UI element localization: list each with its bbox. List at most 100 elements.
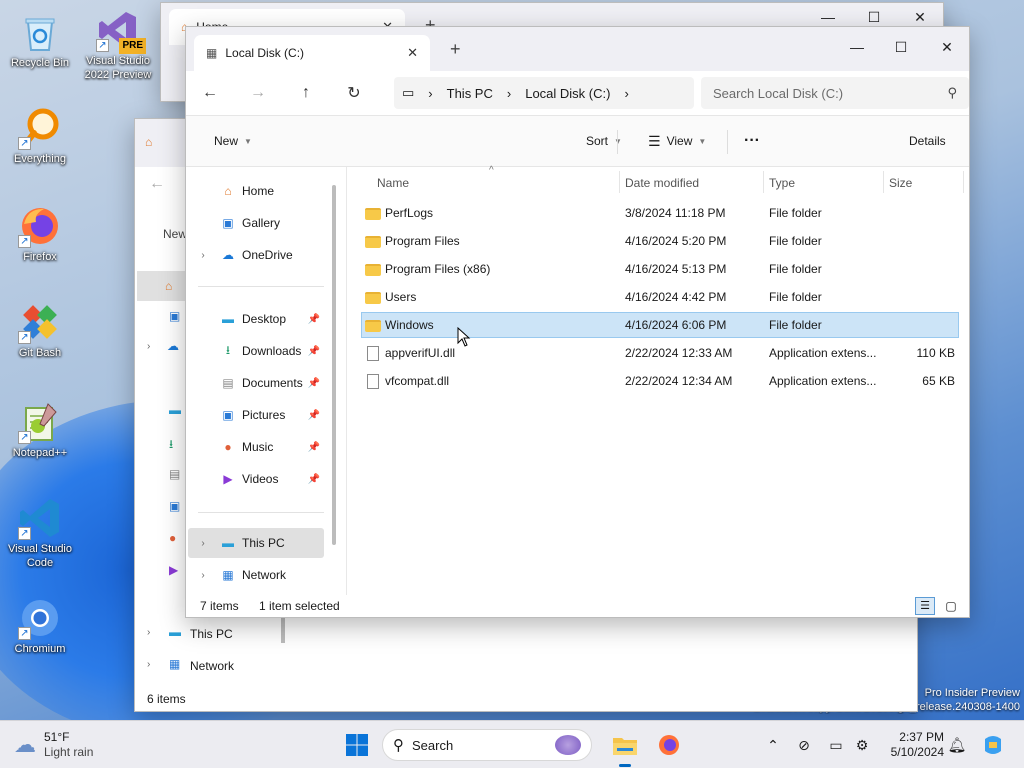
details-button[interactable]: Details bbox=[909, 134, 946, 148]
table-row[interactable]: vfcompat.dll 2/22/2024 12:34 AM Applicat… bbox=[361, 368, 959, 394]
weather-widget[interactable]: ☁ 51°F Light rain bbox=[14, 721, 93, 768]
taskbar-file-explorer[interactable] bbox=[608, 721, 642, 768]
folder-icon bbox=[365, 207, 381, 220]
command-bar: New ▼ Sort ▼ ☰ View ▼ ··· Details bbox=[186, 115, 969, 167]
navigation-scrollbar[interactable] bbox=[332, 185, 336, 545]
expand-chevron-icon[interactable]: › bbox=[188, 538, 218, 549]
table-row[interactable]: appverifUI.dll 2/22/2024 12:33 AM Applic… bbox=[361, 340, 959, 366]
explorer-window[interactable]: ▦ Local Disk (C:) ✕ + — ☐ ✕ ← → ↑ ↻ ▭ › … bbox=[185, 26, 970, 618]
nav-item-home[interactable]: ⌂ Home bbox=[188, 176, 324, 206]
show-hidden-icons-chevron-icon[interactable]: ⌃ bbox=[764, 721, 782, 768]
title-bar[interactable]: ▦ Local Disk (C:) ✕ + — ☐ ✕ bbox=[186, 27, 969, 71]
address-bar[interactable]: ▭ › This PC › Local Disk (C:) › bbox=[394, 77, 694, 109]
expand-chevron-icon[interactable]: › bbox=[147, 341, 150, 352]
pin-icon[interactable]: 📌 bbox=[308, 346, 320, 357]
nav-item-videos[interactable]: ▶ Videos 📌 bbox=[188, 464, 324, 494]
column-header-date-modified[interactable]: Date modified bbox=[625, 171, 699, 195]
desktop-icon-notepad-plus-plus[interactable]: ↗ Notepad++ bbox=[2, 400, 78, 460]
search-input[interactable]: Search Local Disk (C:) ⚲ bbox=[701, 77, 969, 109]
nav-item-documents[interactable]: ▤ Documents 📌 bbox=[188, 368, 324, 398]
nav-item-desktop[interactable]: ▬ Desktop 📌 bbox=[188, 304, 324, 334]
desktop-icon-recycle-bin[interactable]: Recycle Bin bbox=[2, 10, 78, 70]
nav-item-gallery[interactable]: ▣ Gallery bbox=[188, 208, 324, 238]
search-icon: ⚲ bbox=[393, 737, 404, 754]
nav-item-this-pc[interactable]: This PC bbox=[190, 627, 233, 641]
desktop-icon-visual-studio-preview[interactable]: PRE ↗ Visual Studio 2022 Preview bbox=[80, 8, 156, 82]
desktop-icon-git-bash[interactable]: ↗ Git Bash bbox=[2, 300, 78, 360]
breadcrumb-separator-icon[interactable]: › bbox=[624, 86, 628, 101]
refresh-icon[interactable]: ↻ bbox=[330, 83, 378, 103]
desktop-icon-label: Firefox bbox=[23, 251, 57, 263]
view-button[interactable]: ☰ View ▼ bbox=[648, 133, 706, 150]
nav-item-network[interactable]: Network bbox=[190, 659, 234, 673]
pictures-icon: ▣ bbox=[169, 499, 181, 513]
desktop-icon-chromium[interactable]: ↗ Chromium bbox=[2, 596, 78, 656]
pin-icon[interactable]: 📌 bbox=[308, 314, 320, 325]
shortcut-arrow-icon: ↗ bbox=[96, 39, 109, 52]
clock[interactable]: 2:37 PM 5/10/2024 bbox=[880, 721, 944, 768]
nav-item-network[interactable]: › ▦ Network bbox=[188, 560, 324, 590]
expand-chevron-icon[interactable]: › bbox=[147, 627, 150, 638]
breadcrumb-local-disk[interactable]: Local Disk (C:) bbox=[525, 86, 610, 101]
desktop-icon-vscode[interactable]: ↗ Visual Studio Code bbox=[2, 496, 78, 570]
visual-studio-icon: PRE ↗ bbox=[96, 8, 146, 54]
forward-arrow-icon[interactable]: → bbox=[234, 84, 282, 102]
pictures-icon: ▣ bbox=[222, 408, 234, 422]
column-header-name[interactable]: Name bbox=[377, 171, 409, 195]
scrollbar[interactable] bbox=[281, 617, 285, 643]
taskbar-firefox[interactable] bbox=[652, 721, 686, 768]
maximize-icon[interactable]: ☐ bbox=[878, 33, 924, 61]
nav-item-onedrive[interactable]: › ☁ OneDrive bbox=[188, 240, 324, 270]
minimize-icon[interactable]: — bbox=[834, 33, 880, 61]
desktop-icon-everything[interactable]: ↗ Everything bbox=[2, 106, 78, 166]
table-row[interactable]: Program Files (x86) 4/16/2024 5:13 PM Fi… bbox=[361, 256, 959, 282]
new-tab-icon[interactable]: + bbox=[450, 39, 461, 60]
desktop-icon-firefox[interactable]: ↗ Firefox bbox=[2, 204, 78, 264]
home-icon: ⌂ bbox=[145, 135, 153, 149]
table-row-selected[interactable]: Windows 4/16/2024 6:06 PM File folder bbox=[361, 312, 959, 338]
back-arrow-icon[interactable]: ← bbox=[149, 175, 165, 193]
table-row[interactable]: Program Files 4/16/2024 5:20 PM File fol… bbox=[361, 228, 959, 254]
table-row[interactable]: PerfLogs 3/8/2024 11:18 PM File folder bbox=[361, 200, 959, 226]
desktop-icon-label: Visual Studio 2022 Preview bbox=[84, 55, 152, 81]
close-window-icon[interactable]: ✕ bbox=[924, 33, 969, 61]
documents-icon: ▤ bbox=[222, 376, 234, 390]
breadcrumb-separator-icon[interactable]: › bbox=[428, 86, 432, 101]
desktop-icon-label: Notepad++ bbox=[12, 447, 68, 459]
display-icon[interactable]: ▭ bbox=[824, 721, 848, 768]
breadcrumb-separator-icon[interactable]: › bbox=[507, 86, 511, 101]
breadcrumb-this-pc[interactable]: This PC bbox=[447, 86, 493, 101]
details-view-icon[interactable]: ☰ bbox=[915, 597, 935, 615]
videos-icon: ▶ bbox=[223, 472, 233, 486]
pin-icon[interactable]: 📌 bbox=[308, 474, 320, 485]
taskbar-search[interactable]: ⚲ Search bbox=[382, 721, 592, 768]
more-options-button[interactable]: ··· bbox=[744, 132, 760, 150]
notification-bell-icon[interactable]: 🔔︎ bbox=[946, 721, 968, 768]
expand-chevron-icon[interactable]: › bbox=[147, 659, 150, 670]
up-arrow-icon[interactable]: ↑ bbox=[282, 84, 330, 102]
new-button[interactable]: New bbox=[163, 227, 187, 241]
nav-item-pictures[interactable]: ▣ Pictures 📌 bbox=[188, 400, 324, 430]
column-header-size[interactable]: Size bbox=[889, 171, 912, 195]
back-arrow-icon[interactable]: ← bbox=[186, 84, 234, 102]
tab-local-disk[interactable]: ▦ Local Disk (C:) ✕ bbox=[194, 35, 430, 71]
tiles-view-icon[interactable]: ▢ bbox=[941, 597, 961, 615]
nav-item-this-pc[interactable]: › ▬ This PC bbox=[188, 528, 324, 558]
nav-item-music[interactable]: ● Music 📌 bbox=[188, 432, 324, 462]
accessibility-icon[interactable]: ⚙ bbox=[850, 721, 874, 768]
nav-item-downloads[interactable]: ⭳ Downloads 📌 bbox=[188, 336, 324, 366]
start-button[interactable] bbox=[342, 721, 372, 768]
expand-chevron-icon[interactable]: › bbox=[188, 570, 218, 581]
column-header-type[interactable]: Type bbox=[769, 171, 795, 195]
copilot-button[interactable] bbox=[978, 721, 1008, 768]
new-button[interactable]: New ▼ bbox=[214, 134, 252, 148]
active-indicator bbox=[619, 764, 631, 767]
pin-icon[interactable]: 📌 bbox=[308, 410, 320, 421]
expand-chevron-icon[interactable]: › bbox=[188, 250, 218, 261]
close-tab-icon[interactable]: ✕ bbox=[407, 45, 418, 61]
table-row[interactable]: Users 4/16/2024 4:42 PM File folder bbox=[361, 284, 959, 310]
network-disconnected-icon[interactable]: ⊘ bbox=[792, 721, 816, 768]
navigation-bar: ← → ↑ ↻ ▭ › This PC › Local Disk (C:) › … bbox=[186, 71, 969, 115]
pin-icon[interactable]: 📌 bbox=[308, 442, 320, 453]
pin-icon[interactable]: 📌 bbox=[308, 378, 320, 389]
